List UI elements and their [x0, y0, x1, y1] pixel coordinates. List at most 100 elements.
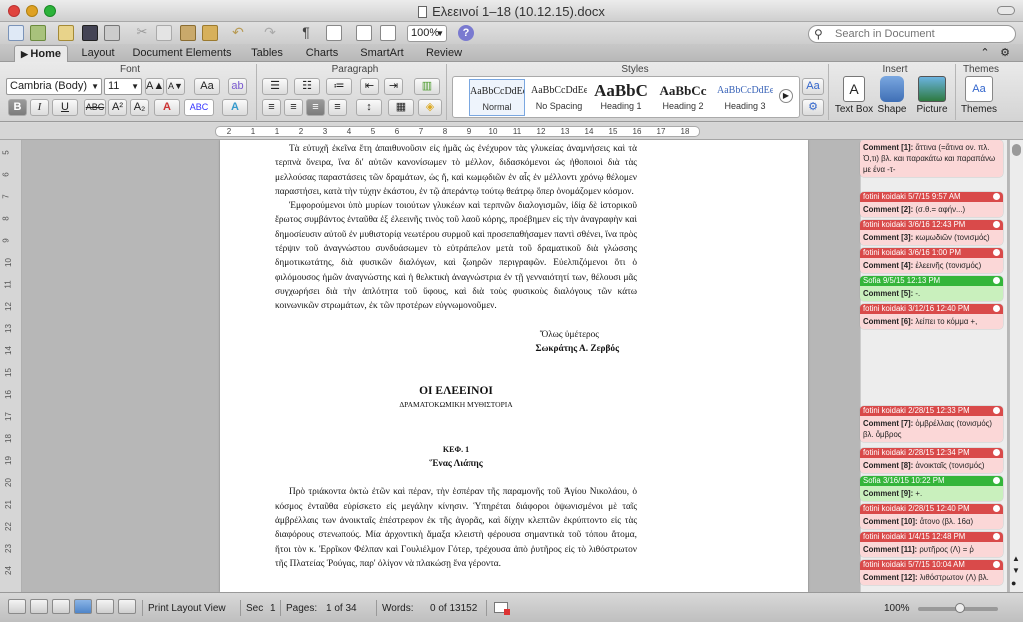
scroll-down-icon[interactable]: ▼ — [1012, 566, 1020, 575]
bullets-button[interactable]: ☰ — [262, 78, 288, 95]
shape-button[interactable]: Shape — [874, 76, 910, 115]
shading-button[interactable]: ◈ — [418, 99, 442, 116]
browse-object-icon[interactable]: ● — [1011, 578, 1016, 588]
comment-text[interactable]: Comment [1]: ἄττινα (=ἅτινα ον. πλ. Ὁ,τι… — [860, 140, 1003, 177]
tab-smartart[interactable]: SmartArt — [354, 45, 410, 62]
author-signature[interactable]: Σωκράτης Α. Ζερβός — [275, 342, 637, 356]
align-left-button[interactable]: ≡ — [262, 99, 281, 116]
document-canvas[interactable]: Τὰ εὐτυχῆ ἐκεῖνα ἔτη ἀπαιθυνοῦσιν εἰς ἡμ… — [22, 140, 1009, 592]
delete-comment-icon[interactable] — [993, 505, 1000, 512]
media-browser-icon[interactable] — [380, 25, 396, 41]
underline-button[interactable]: U — [52, 99, 78, 116]
paragraph-2[interactable]: Ἐμφορούμενοι ὑπὸ μυρίων τοιούτων γλυκέων… — [275, 199, 637, 313]
font-color-button[interactable]: A — [154, 99, 180, 116]
shrink-font-button[interactable]: A▼ — [166, 78, 185, 95]
superscript-button[interactable]: A² — [108, 99, 127, 116]
chapter-number[interactable]: ΚΕΦ. 1 — [275, 443, 637, 457]
paragraph-1[interactable]: Τὰ εὐτυχῆ ἐκεῖνα ἔτη ἀπαιθυνοῦσιν εἰς ἡμ… — [275, 142, 637, 199]
borders-button[interactable]: ▦ — [388, 99, 414, 116]
tab-tables[interactable]: Tables — [244, 45, 290, 62]
comment-text[interactable]: Comment [10]: ἄτονο (βλ. 16α) — [860, 514, 1003, 529]
zoom-select[interactable]: 100% ▼ — [407, 25, 447, 42]
show-paragraph-marks-icon[interactable]: ¶ — [298, 25, 314, 41]
print-icon[interactable] — [104, 25, 120, 41]
publishing-view-button[interactable] — [52, 599, 70, 614]
open-icon[interactable] — [58, 25, 74, 41]
numbering-button[interactable]: ☷ — [294, 78, 320, 95]
comment-text[interactable]: Comment [3]: κωμωδιῶν (τονισμός) — [860, 230, 1003, 245]
font-name-select[interactable]: Cambria (Body) ▼ — [6, 78, 102, 95]
vertical-ruler[interactable]: 5 6 7 8 9 10 11 12 13 14 15 16 17 18 19 20 21 22 23 24 — [0, 140, 22, 592]
sidebar-icon[interactable] — [356, 25, 372, 41]
save-icon[interactable] — [82, 25, 98, 41]
notebook-view-button[interactable] — [96, 599, 114, 614]
manage-styles-button[interactable]: Aa — [802, 78, 824, 95]
tab-document-elements[interactable]: Document Elements — [130, 45, 234, 62]
themes-button[interactable]: Aa Themes — [960, 76, 998, 115]
styles-pane-button[interactable]: ⚙ — [802, 99, 824, 116]
comment-balloon[interactable]: fotini koidaki 3/6/16 1:00 PM Comment [4]… — [860, 248, 1003, 273]
styles-scroll-arrow[interactable]: ▶ — [779, 89, 793, 103]
undo-icon[interactable]: ↶ — [230, 25, 246, 41]
delete-comment-icon[interactable] — [993, 407, 1000, 414]
strikethrough-button[interactable]: ABC — [84, 99, 106, 116]
style-no-spacing[interactable]: AaBbCcDdEe No Spacing — [531, 79, 587, 116]
comment-balloon[interactable]: fotini koidaki 5/7/15 10:04 AM Comment [1… — [860, 560, 1003, 585]
search-input[interactable] — [835, 27, 1010, 41]
align-center-button[interactable]: ≡ — [284, 99, 303, 116]
cut-icon[interactable]: ✂ — [134, 25, 150, 41]
style-heading-3[interactable]: AaBbCcDdEe Heading 3 — [717, 79, 773, 116]
print-layout-view-button[interactable] — [74, 599, 92, 614]
picture-button[interactable]: Picture — [912, 76, 952, 115]
redo-icon[interactable]: ↷ — [262, 25, 278, 41]
paste-icon[interactable] — [180, 25, 196, 41]
chapter-title[interactable]: Ἕνας Λιάπης — [275, 457, 637, 471]
ribbon-settings-icon[interactable]: ⚙ — [996, 45, 1014, 62]
search-field[interactable]: ⚲ — [808, 25, 1016, 43]
comment-balloon[interactable]: fotini koidaki 1/4/15 12:48 PM Comment [1… — [860, 532, 1003, 557]
style-normal[interactable]: AaBbCcDdEe Normal — [469, 79, 525, 116]
comment-text[interactable]: Comment [5]: -. — [860, 286, 1003, 301]
font-size-select[interactable]: 11 ▼ — [104, 78, 142, 95]
align-right-button[interactable]: ≡ — [328, 99, 347, 116]
delete-comment-icon[interactable] — [993, 221, 1000, 228]
delete-comment-icon[interactable] — [993, 477, 1000, 484]
delete-comment-icon[interactable] — [993, 449, 1000, 456]
document-page[interactable]: Τὰ εὐτυχῆ ἐκεῖνα ἔτη ἀπαιθυνοῦσιν εἰς ἡμ… — [220, 140, 1007, 592]
comment-text[interactable]: Comment [4]: ἐλεεινῆς (τονισμός) — [860, 258, 1003, 273]
toolbar-toggle-button[interactable] — [997, 6, 1015, 15]
columns-button[interactable]: ▥ — [414, 78, 440, 95]
focus-view-button[interactable] — [118, 599, 136, 614]
draft-view-button[interactable] — [8, 599, 26, 614]
change-case-button[interactable]: Aa — [194, 78, 220, 95]
bold-button[interactable]: B — [8, 99, 27, 116]
text-box-button[interactable]: A Text Box — [834, 76, 874, 115]
comment-text[interactable]: Comment [12]: λιθόστρωτον (Λ) βλ. — [860, 570, 1003, 585]
comment-text[interactable]: Comment [7]: ὀμβρέλλαις (τονισμός) βλ. ὄ… — [860, 416, 1003, 442]
comment-balloon[interactable]: Sofia 3/16/15 10:22 PM Comment [9]: +. — [860, 476, 1003, 501]
scrollbar-thumb[interactable] — [1012, 144, 1021, 156]
highlight-button[interactable]: ABC — [184, 99, 214, 116]
help-icon[interactable]: ? — [458, 25, 474, 41]
templates-icon[interactable] — [30, 25, 46, 41]
collapse-ribbon-icon[interactable]: ⌃ — [978, 45, 992, 62]
copy-icon[interactable] — [156, 25, 172, 41]
text-effects-button[interactable]: A — [222, 99, 248, 116]
vertical-scrollbar[interactable]: ▲ ▼ ● — [1009, 140, 1023, 592]
closing-line[interactable]: Ὅλως ὑμέτερος — [275, 328, 637, 342]
delete-comment-icon[interactable] — [993, 561, 1000, 568]
paragraph-3[interactable]: Πρὸ τριάκοντα ὀκτὼ ἐτῶν καὶ πέραν, τὴν ἑ… — [275, 485, 637, 571]
comment-text[interactable]: Comment [2]: (σ.θ.= αφήν...) — [860, 202, 1003, 217]
delete-comment-icon[interactable] — [993, 249, 1000, 256]
comment-balloon[interactable]: fotini koidaki 2/28/15 12:33 PM Comment [… — [860, 406, 1003, 442]
delete-comment-icon[interactable] — [993, 533, 1000, 540]
comment-balloon[interactable]: fotini koidaki 5/7/15 9:57 AM Comment [2]… — [860, 192, 1003, 217]
line-spacing-button[interactable]: ↕ — [356, 99, 382, 116]
zoom-slider-knob[interactable] — [955, 603, 965, 613]
style-heading-1[interactable]: AaBbC Heading 1 — [593, 79, 649, 116]
decrease-indent-button[interactable]: ⇤ — [360, 78, 379, 95]
clear-formatting-button[interactable]: ab — [228, 78, 247, 95]
view-layout-icon[interactable] — [326, 25, 342, 41]
subscript-button[interactable]: A₂ — [130, 99, 149, 116]
tab-layout[interactable]: Layout — [76, 45, 120, 62]
